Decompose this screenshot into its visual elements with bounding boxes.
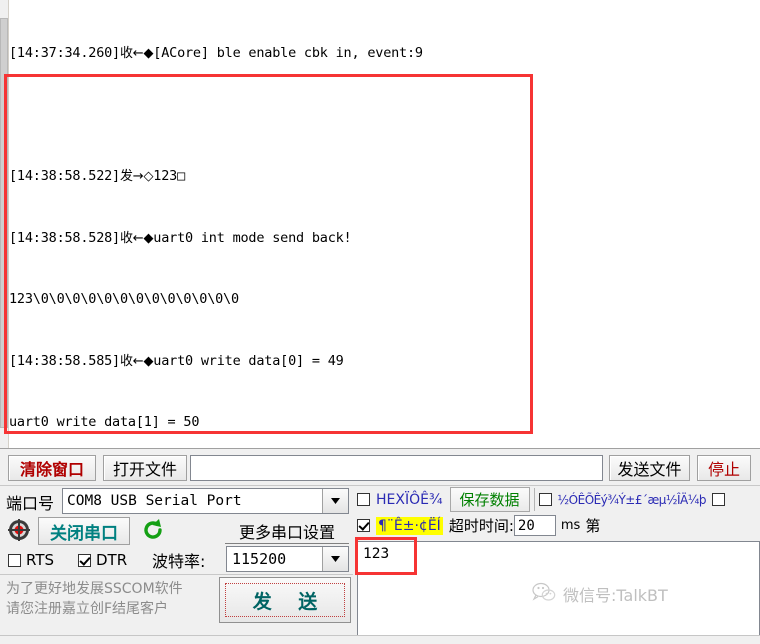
serial-led-icon [8,519,30,541]
hex-display-checkbox[interactable] [357,493,370,506]
log-line: [14:38:58.528]收←◆uart0 int mode send bac… [9,228,749,249]
log-direction: 收←◆ [120,353,154,369]
port-select-value: COM8 USB Serial Port [67,493,242,509]
log-timestamp: [14:38:58.585] [9,352,120,369]
port-select[interactable]: COM8 USB Serial Port [62,488,349,514]
send-file-button[interactable]: 发送文件 [609,455,690,481]
extra-option-checkbox[interactable] [712,493,726,506]
wechat-icon [532,582,556,606]
log-message: uart0 write data[0] = 49 [153,352,344,369]
receive-options-group: HEXÏÔÊ¾ 保存数据 ½ÓÊÕÊý¾Ý±£´æµ½ÎÄ¼þ ¶¨Ê±·¢ËÍ… [357,487,760,539]
log-direction: 收←◆ [120,230,154,246]
status-bar [0,635,760,643]
log-line: 123\0\0\0\0\0\0\0\0\0\0\0\0\0 [9,289,749,310]
log-line: uart0 write data[1] = 50 [9,412,749,433]
hex-display-label: HEXÏÔÊ¾ [376,491,443,508]
panel-divider [0,485,760,486]
log-line: [14:38:58.522]发→◇123□ [9,166,749,187]
more-serial-settings-button[interactable]: 更多串口设置 [225,519,349,544]
log-message: [ACore] ble enable cbk in, event:9 [153,45,423,61]
log-message: 123□ [153,168,186,184]
log-text-content: [14:37:34.260]收←◆[ACore] ble enable cbk … [9,2,749,448]
serial-log-area[interactable]: [14:37:34.260]收←◆[ACore] ble enable cbk … [0,0,760,448]
options-row-bottom: ¶¨Ê±·¢ËÍ 超时时间: 20 ms 第 [357,513,760,538]
timeout-label: 超时时间: [448,517,514,535]
log-message: uart0 int mode send back! [153,229,352,246]
log-message: 123\0\0\0\0\0\0\0\0\0\0\0\0\0 [9,291,239,307]
log-line: [14:38:58.585]收←◆uart0 write data[0] = 4… [9,351,749,372]
dtr-checkbox-group[interactable]: DTR [78,549,127,571]
port-label: 端口号 [6,494,55,513]
chevron-down-icon[interactable] [322,547,348,571]
save-data-button[interactable]: 保存数据 [449,487,530,512]
save-to-file-checkbox[interactable] [538,493,552,506]
baud-rate-select[interactable]: 115200 [226,546,349,572]
clear-window-button[interactable]: 清除窗口 [8,455,96,481]
baud-rate-label: 波特率: [152,552,206,571]
refresh-icon[interactable] [140,517,166,543]
log-vertical-scrollbar[interactable] [0,0,9,448]
options-row-top: HEXÏÔÊ¾ 保存数据 ½ÓÊÕÊý¾Ý±£´æµ½ÎÄ¼þ [357,487,760,512]
watermark: 微信号:TalkBT [532,582,668,606]
log-timestamp: [14:38:58.522] [9,168,120,184]
rts-label: RTS [26,551,55,569]
baud-rate-value: 115200 [232,550,287,568]
panel-divider-lower [0,574,353,575]
ms-unit-label: ms [560,518,581,533]
close-serial-button[interactable]: 关闭串口 [38,517,130,545]
log-message: uart0 write data[1] = 50 [9,414,200,430]
di-label: 第 [585,517,601,535]
control-panel: 清除窗口 打开文件 发送文件 停止 端口号 COM8 USB Serial Po… [0,448,760,644]
rts-checkbox[interactable] [8,553,21,567]
open-file-button[interactable]: 打开文件 [103,455,187,481]
send-button-label: 发 送 [225,583,345,617]
divider [533,488,535,511]
scrollbar-thumb[interactable] [0,18,8,428]
log-timestamp: [14:37:34.260] [9,45,120,61]
promo-line-2: 请您注册嘉立创F结尾客户 [6,601,169,617]
chevron-down-icon[interactable] [322,489,348,513]
save-to-file-label: ½ÓÊÕÊý¾Ý±£´æµ½ÎÄ¼þ [557,492,707,507]
log-line: [14:37:34.260]收←◆[ACore] ble enable cbk … [9,43,749,64]
timed-send-label: ¶¨Ê±·¢ËÍ [376,516,443,535]
timed-send-checkbox[interactable] [357,519,370,532]
promo-text: 为了更好地发展SSCOM软件 请您注册嘉立创F结尾客户 [6,579,211,619]
watermark-text: 微信号:TalkBT [563,586,668,605]
stop-button[interactable]: 停止 [697,455,751,481]
log-direction: 收←◆ [120,46,154,61]
log-direction: 发→◇ [120,169,154,184]
dtr-checkbox[interactable] [78,553,91,567]
dtr-label: DTR [96,551,128,569]
promo-line-1: 为了更好地发展SSCOM软件 [6,581,183,597]
log-timestamp: [14:38:58.528] [9,229,120,246]
rts-checkbox-group[interactable]: RTS [8,549,54,571]
file-path-input[interactable] [190,455,603,481]
send-button[interactable]: 发 送 [219,577,351,623]
timeout-input[interactable]: 20 [513,515,556,536]
